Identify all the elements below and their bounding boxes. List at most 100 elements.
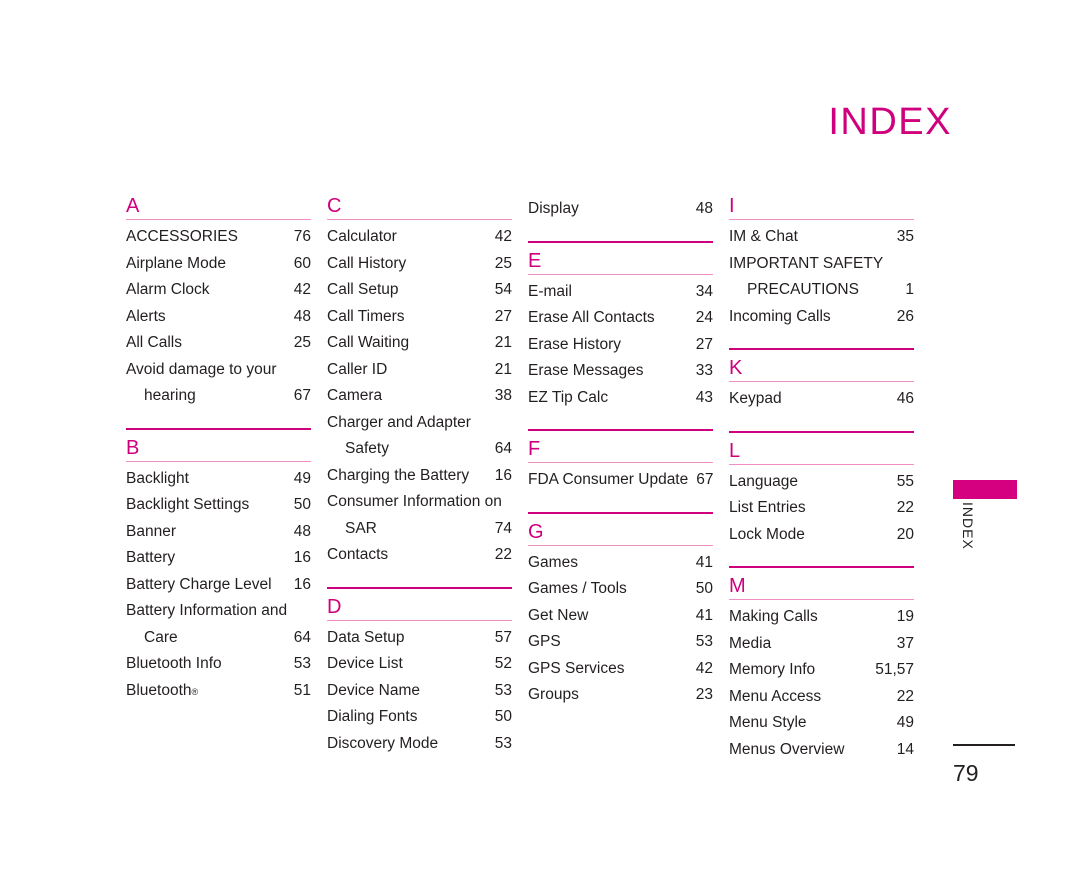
index-entry[interactable]: Media 37 — [729, 631, 914, 658]
index-entry-label: FDA Consumer Update — [528, 471, 689, 488]
index-entry[interactable]: Charging the Battery 16 — [327, 463, 512, 490]
index-entry[interactable]: Lock Mode 20 — [729, 522, 914, 549]
section-underline-rule — [327, 219, 512, 220]
index-entry[interactable]: Battery Charge Level 16 — [126, 572, 311, 599]
index-entry[interactable]: E-mail 34 — [528, 279, 713, 306]
index-entry-label: Language — [729, 472, 798, 490]
index-entry-label: Backlight — [126, 469, 189, 487]
index-entry[interactable]: IMPORTANT SAFETY — [729, 251, 914, 278]
index-entry-label: Caller ID — [327, 360, 388, 378]
index-entry[interactable]: Display 48 — [528, 196, 713, 223]
index-entry-label: Alerts — [126, 307, 166, 325]
index-entry[interactable]: Data Setup 57 — [327, 625, 512, 652]
index-entry[interactable]: Alerts 48 — [126, 304, 311, 331]
index-entry-page: 64 — [293, 628, 311, 646]
index-entry[interactable]: Backlight 49 — [126, 466, 311, 493]
index-entry[interactable]: Erase Messages 33 — [528, 358, 713, 385]
index-entry[interactable]: Battery Information and — [126, 598, 311, 625]
index-entry[interactable]: Alarm Clock 42 — [126, 277, 311, 304]
index-column: C Calculator 42 Call History 25 Call Setup 54 C… — [327, 196, 512, 763]
index-entry-page: 43 — [695, 388, 713, 406]
index-entry-page: 53 — [494, 734, 512, 752]
index-entry[interactable]: Making Calls 19 — [729, 604, 914, 631]
index-entry-label: Charger and Adapter — [327, 413, 471, 431]
index-entry[interactable]: IM & Chat 35 — [729, 224, 914, 251]
index-entry[interactable]: Erase All Contacts 24 — [528, 305, 713, 332]
index-entry[interactable]: Incoming Calls 26 — [729, 304, 914, 331]
index-entry[interactable]: Calculator 42 — [327, 224, 512, 251]
index-entry[interactable]: Battery 16 — [126, 545, 311, 572]
index-entry[interactable]: Menu Access 22 — [729, 684, 914, 711]
index-entry-page: 22 — [494, 546, 512, 563]
index-entry[interactable]: Airplane Mode 60 — [126, 251, 311, 278]
index-entry[interactable]: Get New 41 — [528, 603, 713, 630]
section-top-rule — [729, 566, 914, 568]
index-entry[interactable]: List Entries 22 — [729, 495, 914, 522]
index-entry[interactable]: FDA Consumer Update 67 — [528, 467, 714, 494]
index-entry[interactable]: Menus Overview 14 — [729, 737, 914, 764]
index-entry[interactable]: Call Waiting 21 — [327, 330, 512, 357]
index-entry-continuation[interactable]: Safety 64 — [327, 436, 512, 463]
index-entry-label: List Entries — [729, 499, 806, 516]
index-entry[interactable]: Groups 23 — [528, 682, 713, 709]
index-entry-page: 25 — [494, 254, 512, 272]
index-entry[interactable]: Call Setup 54 — [327, 277, 512, 304]
index-entry-label: Media — [729, 634, 772, 652]
index-entry-label: GPS Services — [528, 659, 625, 677]
index-entry[interactable]: Consumer Information on — [327, 489, 512, 516]
index-entry[interactable]: Backlight Settings 50 — [126, 492, 311, 519]
index-section-a: A ACCESSORIES 76 Airplane Mode 60 Alarm Clock… — [126, 196, 311, 410]
index-entry[interactable]: Camera 38 — [327, 383, 512, 410]
index-entry[interactable]: Device Name 53 — [327, 678, 512, 705]
index-entry[interactable]: Device List 52 — [327, 651, 512, 678]
index-entry[interactable]: Banner 48 — [126, 519, 311, 546]
index-entry[interactable]: GPS 53 — [528, 629, 713, 656]
index-entry[interactable]: Contacts 22 — [327, 542, 512, 569]
side-tab-accent-block — [953, 480, 1017, 499]
index-entry[interactable]: Bluetooth Info 53 — [126, 651, 311, 678]
index-entry-label-continued: Care — [144, 628, 178, 646]
index-entry-label: IM & Chat — [729, 228, 798, 245]
index-entry-page: 48 — [293, 307, 311, 325]
index-section-e: E E-mail 34 Erase All Contacts 24 Erase Histo… — [528, 240, 713, 412]
index-entry[interactable]: Keypad 46 — [729, 386, 914, 413]
index-entry-label: Games / Tools — [528, 580, 627, 597]
index-entry[interactable]: Menu Style 49 — [729, 710, 914, 737]
index-entry[interactable]: Language 55 — [729, 469, 914, 496]
index-entry[interactable]: Charger and Adapter — [327, 410, 512, 437]
index-entry[interactable]: GPS Services 42 — [528, 656, 713, 683]
index-section-l: L Language 55 List Entries 22 Lock Mode 20 — [729, 430, 914, 549]
index-entry-continuation[interactable]: Care 64 — [126, 625, 311, 652]
index-entry-label: Avoid damage to your — [126, 360, 277, 378]
index-entry[interactable]: Games 41 — [528, 550, 713, 577]
index-entry[interactable]: Discovery Mode 53 — [327, 731, 512, 758]
index-entry[interactable]: Call History 25 — [327, 251, 512, 278]
index-entry[interactable]: EZ Tip Calc 43 — [528, 385, 713, 412]
index-entry[interactable]: Caller ID 21 — [327, 357, 512, 384]
index-entry[interactable]: ACCESSORIES 76 — [126, 224, 311, 251]
index-entry-label-continued: Safety — [345, 440, 389, 457]
index-entry-page: 27 — [695, 335, 713, 353]
index-column: I IM & Chat 35 IMPORTANT SAFETY PRECAUTIONS 1… — [729, 196, 914, 763]
index-entry[interactable]: Memory Info 51,57 — [729, 657, 914, 684]
index-entry-continuation[interactable]: hearing 67 — [126, 383, 311, 410]
index-entry[interactable]: Avoid damage to your — [126, 357, 311, 384]
section-underline-rule — [729, 599, 914, 600]
index-entry-label: Get New — [528, 606, 589, 624]
index-entry-label: All Calls — [126, 334, 182, 351]
index-entry-page: 53 — [293, 655, 311, 672]
index-entry[interactable]: Bluetooth ® 51 — [126, 678, 311, 705]
index-entry-page: 33 — [695, 362, 713, 379]
index-entry-label-continued: SAR — [345, 519, 377, 537]
index-entry[interactable]: Erase History 27 — [528, 332, 713, 359]
index-entry-continuation[interactable]: SAR 74 — [327, 516, 512, 543]
index-entry[interactable]: Games / Tools 50 — [528, 576, 713, 603]
index-entry-label: E-mail — [528, 282, 572, 300]
index-entry[interactable]: All Calls 25 — [126, 330, 311, 357]
index-entry-continuation[interactable]: PRECAUTIONS 1 — [729, 277, 914, 304]
index-column: Display 48 E E-mail 34 Erase All Contacts 24 Er… — [528, 196, 714, 763]
section-top-rule — [528, 511, 713, 514]
index-entry-label: Bluetooth Info — [126, 655, 222, 672]
index-entry[interactable]: Call Timers 27 — [327, 304, 512, 331]
index-entry[interactable]: Dialing Fonts 50 — [327, 704, 512, 731]
